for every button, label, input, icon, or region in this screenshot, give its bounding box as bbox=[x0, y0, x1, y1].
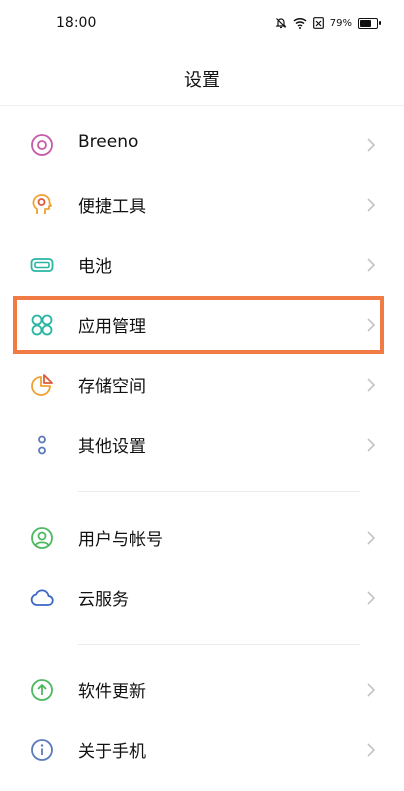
settings-item-app-management[interactable]: 应用管理 bbox=[0, 295, 404, 355]
cloud-icon bbox=[30, 586, 54, 610]
settings-item-label: 云服务 bbox=[78, 590, 129, 610]
chevron-right-icon bbox=[366, 137, 376, 153]
wifi-icon bbox=[293, 17, 307, 29]
battery-percent: 79% bbox=[329, 17, 352, 29]
chevron-right-icon bbox=[366, 197, 376, 213]
chevron-right-icon bbox=[366, 530, 376, 546]
group-divider bbox=[78, 491, 360, 492]
info-icon bbox=[30, 738, 54, 762]
settings-item-cloud[interactable]: 云服务 bbox=[0, 568, 404, 628]
status-time: 18:00 bbox=[56, 15, 97, 31]
settings-item-label: 用户与帐号 bbox=[78, 530, 163, 550]
settings-item-label: 关于手机 bbox=[78, 742, 146, 762]
settings-item-other[interactable]: 其他设置 bbox=[0, 415, 404, 475]
battery-icon bbox=[30, 253, 54, 277]
settings-item-label: 软件更新 bbox=[78, 682, 146, 702]
settings-item-battery[interactable]: 电池 bbox=[0, 235, 404, 295]
settings-item-storage[interactable]: 存储空间 bbox=[0, 355, 404, 415]
pie-chart-icon bbox=[30, 373, 54, 397]
breeno-icon bbox=[30, 133, 54, 157]
settings-item-software-update[interactable]: 软件更新 bbox=[0, 660, 404, 720]
settings-item-label: 便捷工具 bbox=[78, 197, 146, 217]
settings-item-label: 其他设置 bbox=[78, 437, 146, 457]
chevron-right-icon bbox=[366, 317, 376, 333]
status-bar: 18:00 79% bbox=[0, 0, 404, 48]
status-icons: 79% bbox=[275, 14, 381, 32]
settings-item-shortcuts[interactable]: 便捷工具 bbox=[0, 175, 404, 235]
battery-icon bbox=[358, 17, 381, 29]
settings-item-breeno[interactable]: Breeno bbox=[0, 115, 404, 175]
settings-item-accounts[interactable]: 用户与帐号 bbox=[0, 508, 404, 568]
chevron-right-icon bbox=[366, 742, 376, 758]
chevron-right-icon bbox=[366, 590, 376, 606]
head-gear-icon bbox=[30, 193, 54, 217]
settings-item-label: 应用管理 bbox=[78, 317, 146, 337]
chevron-right-icon bbox=[366, 437, 376, 453]
settings-item-label: 电池 bbox=[78, 257, 112, 277]
page-title: 设置 bbox=[184, 70, 220, 91]
group-divider bbox=[78, 644, 360, 645]
update-arrow-icon bbox=[30, 678, 54, 702]
settings-item-about-phone[interactable]: 关于手机 bbox=[0, 720, 404, 780]
mute-bell-icon bbox=[275, 17, 287, 29]
dots-icon bbox=[30, 433, 54, 457]
settings-item-label: Breeno bbox=[78, 132, 139, 152]
chevron-right-icon bbox=[366, 377, 376, 393]
no-sim-icon bbox=[312, 17, 324, 29]
user-icon bbox=[30, 526, 54, 550]
settings-item-label: 存储空间 bbox=[78, 377, 146, 397]
title-divider bbox=[0, 105, 404, 106]
chevron-right-icon bbox=[366, 257, 376, 273]
chevron-right-icon bbox=[366, 682, 376, 698]
apps-grid-icon bbox=[30, 313, 54, 337]
